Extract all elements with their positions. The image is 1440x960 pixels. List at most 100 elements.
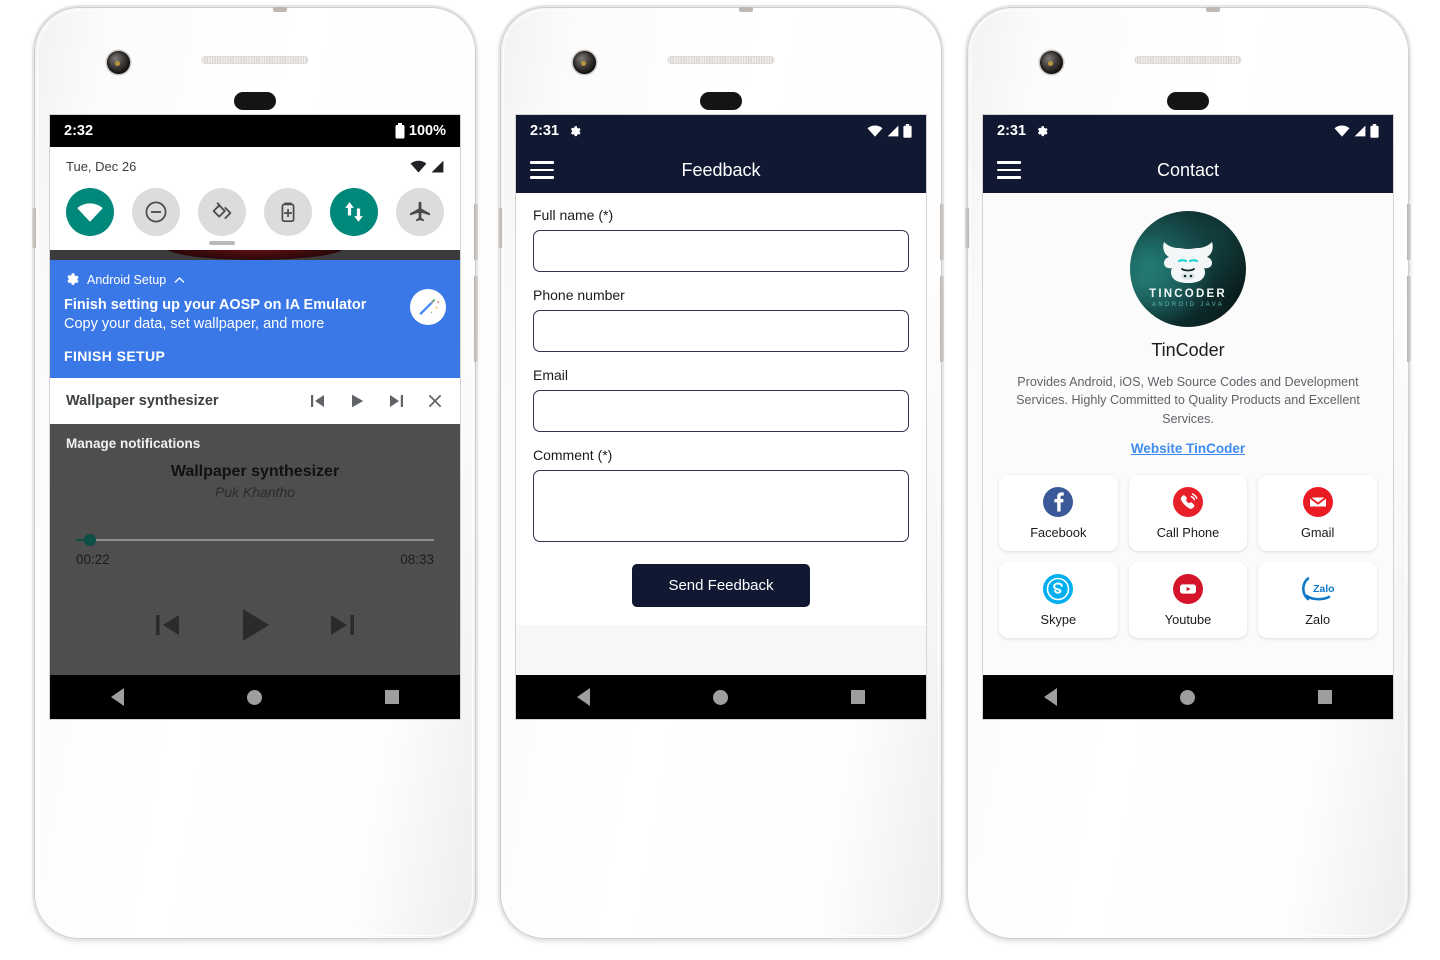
recents-square-icon[interactable] (384, 690, 399, 704)
youtube-icon (1171, 572, 1205, 606)
facebook-label: Facebook (1030, 525, 1087, 541)
android-setup-notification[interactable]: Android Setup Finish setting up your AOS… (50, 260, 460, 379)
home-circle-icon[interactable] (712, 689, 728, 705)
wifi-icon (410, 160, 427, 173)
skip-previous-icon[interactable] (151, 608, 185, 642)
do-not-disturb-tile[interactable] (132, 188, 180, 236)
youtube-label: Youtube (1164, 612, 1212, 628)
zalo-label: Zalo (1305, 612, 1331, 628)
power-button[interactable] (1407, 204, 1411, 260)
notification-app-name: Android Setup (87, 272, 167, 287)
seek-thumb[interactable] (84, 534, 97, 547)
volume-button[interactable] (1407, 276, 1411, 362)
navigation-bar (50, 675, 460, 719)
battery-icon (903, 124, 912, 138)
back-triangle-icon[interactable] (111, 688, 125, 706)
email-field[interactable] (533, 390, 909, 432)
recents-square-icon[interactable] (1317, 690, 1332, 704)
power-button[interactable] (940, 204, 944, 260)
full-name-field[interactable] (533, 230, 909, 272)
media-notification-row[interactable]: Wallpaper synthesizer (50, 378, 460, 425)
comment-group: Comment (*) (533, 447, 909, 547)
skip-next-icon[interactable] (325, 608, 359, 642)
hamburger-menu-icon[interactable] (530, 161, 554, 179)
mobile-data-tile[interactable] (330, 188, 378, 236)
gear-icon (1035, 125, 1048, 138)
youtube-cell[interactable]: Youtube (1128, 561, 1248, 638)
facebook-icon (1041, 485, 1075, 519)
status-bar: 2:32 100% (50, 115, 460, 147)
earpiece-speaker (1134, 56, 1242, 64)
phone1-screen: 2:32 100% Tue, Dec 26 Android Setup Fini… (50, 115, 460, 719)
play-icon[interactable] (348, 392, 366, 410)
battery-icon (1370, 124, 1379, 138)
home-circle-icon[interactable] (1179, 689, 1195, 705)
hamburger-menu-icon[interactable] (997, 161, 1021, 179)
three-phone-mockup: 2:32 100% Tue, Dec 26 Android Setup Fini… (0, 0, 1440, 960)
skip-previous-icon[interactable] (309, 392, 327, 410)
close-icon[interactable] (426, 392, 444, 410)
play-icon[interactable] (233, 603, 277, 647)
email-group: Email (533, 367, 909, 432)
volume-button[interactable] (940, 276, 944, 362)
call-phone-cell[interactable]: Call Phone (1128, 474, 1248, 551)
battery-saver-tile[interactable] (264, 188, 312, 236)
status-time: 2:31 (997, 123, 1027, 139)
skype-cell[interactable]: Skype (999, 561, 1118, 638)
svg-text:Zalo: Zalo (1313, 583, 1335, 595)
left-side-button[interactable] (32, 208, 36, 248)
phone-device-feedback: 2:31 Feedback Full name (*) Phone number… (498, 7, 944, 938)
earpiece-speaker (201, 56, 309, 64)
volume-button[interactable] (474, 276, 478, 362)
tincoder-bull-logo: TINCODER ANDROID JAVA (1130, 211, 1246, 327)
skype-label: Skype (1040, 612, 1077, 628)
phone2-screen: 2:31 Feedback Full name (*) Phone number… (516, 115, 926, 719)
send-feedback-button[interactable]: Send Feedback (632, 564, 810, 607)
auto-rotate-tile[interactable] (198, 188, 246, 245)
media-elapsed-time: 00:22 (76, 552, 110, 568)
back-triangle-icon[interactable] (577, 688, 591, 706)
status-time: 2:32 (64, 123, 94, 139)
website-link[interactable]: Website TinCoder (1131, 441, 1245, 456)
facebook-cell[interactable]: Facebook (999, 474, 1118, 551)
antenna-line (273, 7, 287, 12)
power-button[interactable] (474, 204, 478, 260)
cell-signal-icon (887, 125, 899, 137)
gear-icon (64, 272, 79, 287)
media-seek-bar[interactable] (76, 534, 434, 547)
quick-settings-tiles (64, 188, 446, 245)
wifi-tile[interactable] (66, 188, 114, 236)
recents-square-icon[interactable] (850, 690, 865, 704)
logo-wordmark: TINCODER (1149, 288, 1227, 300)
chevron-up-icon[interactable] (174, 276, 185, 284)
phone3-screen: 2:31 Contact TINCODER ANDROID JAVA TinCo… (983, 115, 1393, 719)
finish-setup-button[interactable]: FINISH SETUP (64, 348, 446, 364)
navigation-bar (983, 675, 1393, 719)
phone-icon (1171, 485, 1205, 519)
phone-device-contact: 2:31 Contact TINCODER ANDROID JAVA TinCo… (965, 7, 1411, 938)
full-name-label: Full name (*) (533, 207, 614, 223)
zalo-cell[interactable]: Zalo Zalo (1258, 561, 1377, 638)
manage-notifications-link[interactable]: Manage notifications (66, 436, 444, 451)
left-side-button[interactable] (965, 208, 969, 248)
left-side-button[interactable] (498, 208, 502, 248)
back-triangle-icon[interactable] (1044, 688, 1058, 706)
gmail-cell[interactable]: Gmail (1258, 474, 1377, 551)
phone-number-field[interactable] (533, 310, 909, 352)
comment-field[interactable] (533, 470, 909, 542)
sensor-pill (700, 92, 742, 110)
airplane-mode-tile[interactable] (396, 188, 444, 236)
media-notification-title: Wallpaper synthesizer (66, 393, 219, 410)
media-duration: 08:33 (400, 552, 434, 568)
home-circle-icon[interactable] (246, 689, 262, 705)
app-bar: Feedback (516, 147, 926, 193)
status-bar: 2:31 (516, 115, 926, 147)
battery-percent: 100% (408, 123, 446, 139)
email-label: Email (533, 367, 569, 383)
navigation-bar (516, 675, 926, 719)
qs-date: Tue, Dec 26 (66, 159, 137, 174)
phone-number-group: Phone number (533, 287, 909, 352)
app-bar: Contact (983, 147, 1393, 193)
skip-next-icon[interactable] (387, 392, 405, 410)
page-title: Feedback (681, 159, 761, 180)
